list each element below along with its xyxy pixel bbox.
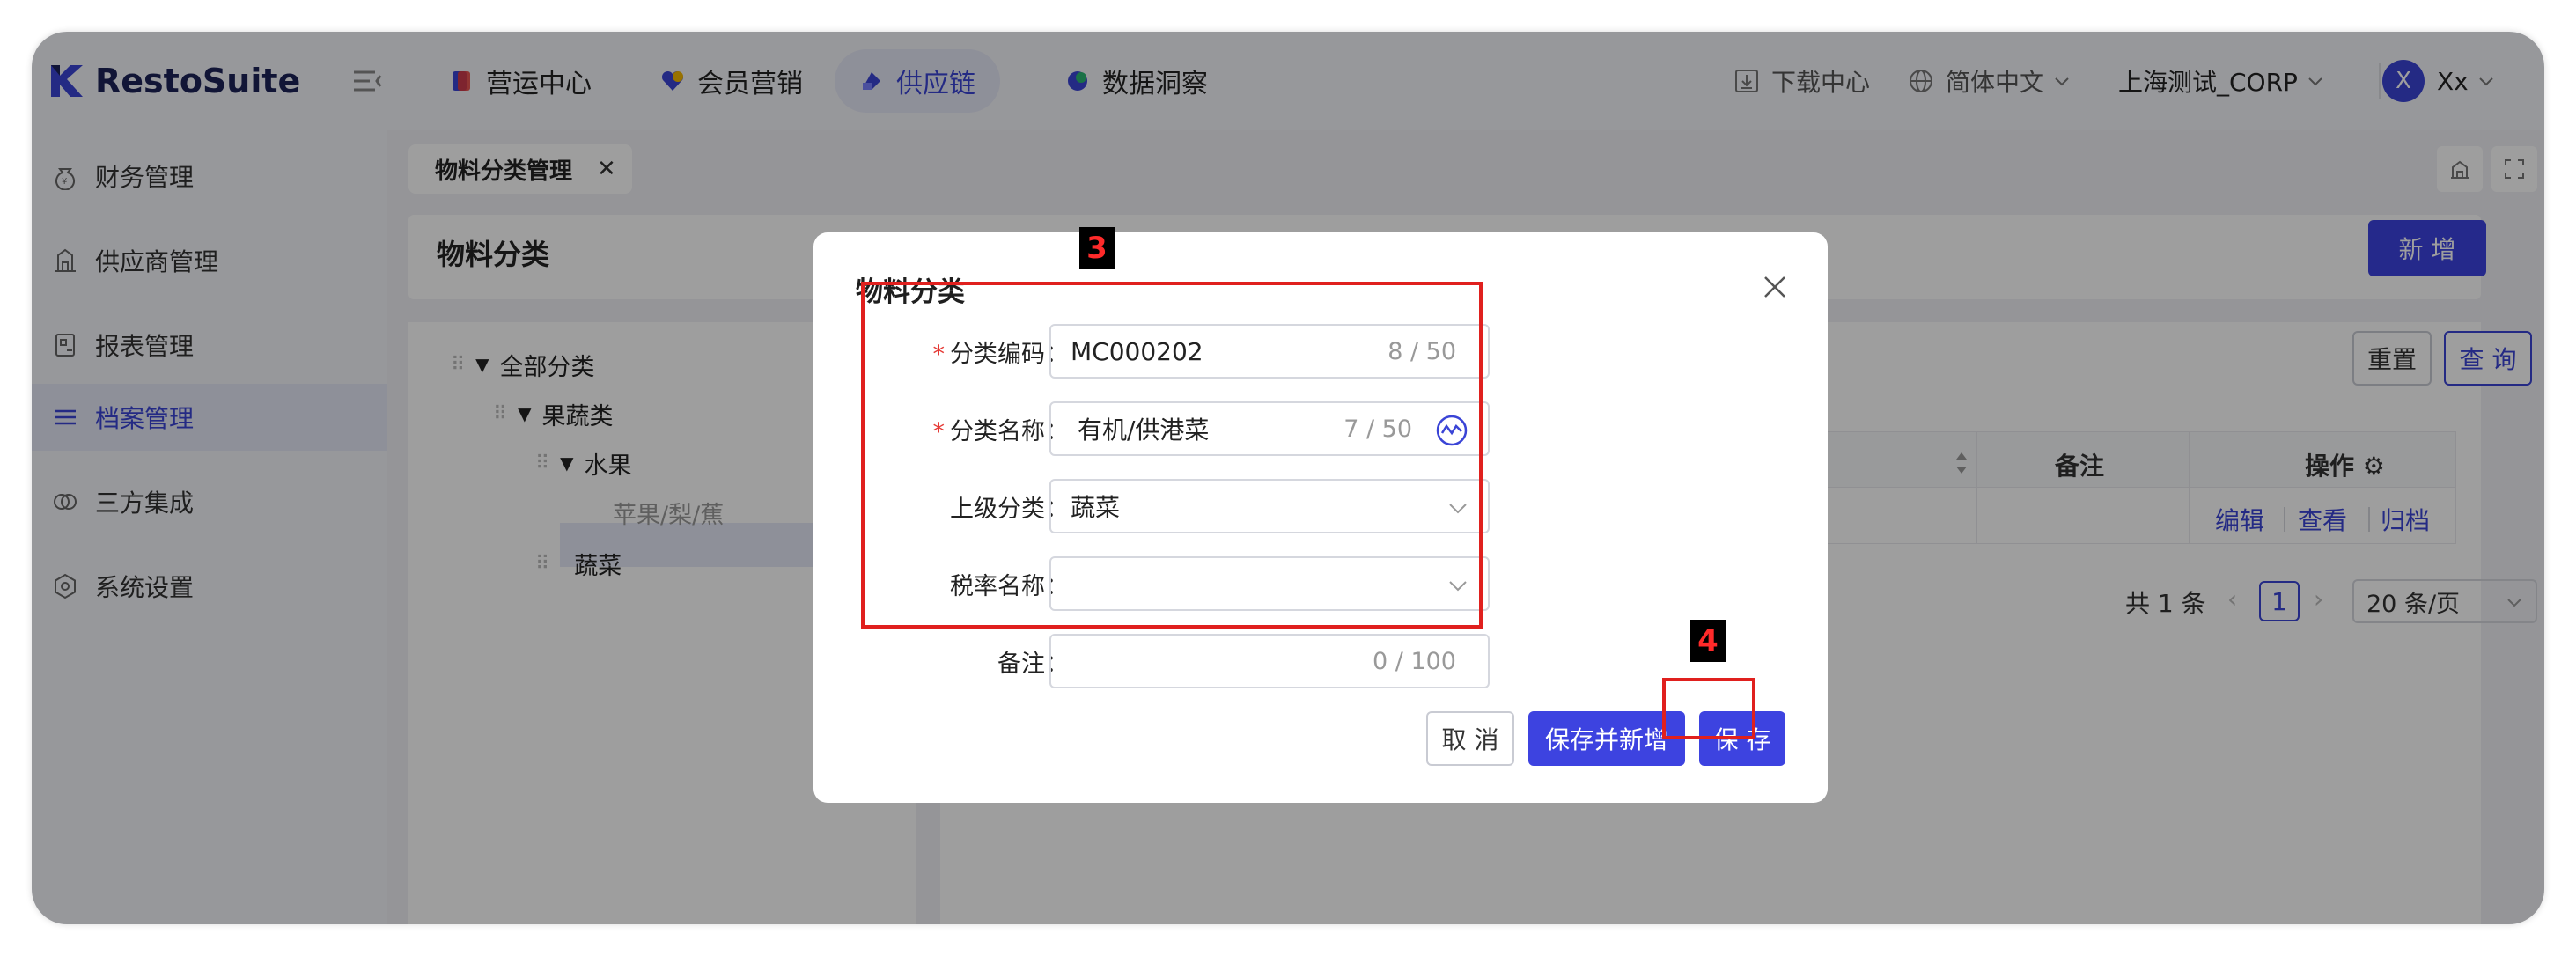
field-label-remark: 备注： xyxy=(997,651,1069,678)
annotation-box-form-fields xyxy=(861,282,1483,629)
cancel-button[interactable]: 取 消 xyxy=(1426,711,1514,766)
annotation-label-4: 4 xyxy=(1690,620,1726,662)
annotation-label-3: 3 xyxy=(1079,227,1115,269)
label-text: 备注 xyxy=(997,651,1045,678)
app-window: RestoSuite 营运中心 会员营销 供应链 数据洞察 下载中心 简体中文 … xyxy=(32,32,2544,924)
char-counter: 0 / 100 xyxy=(1373,647,1456,675)
remark-input[interactable]: 0 / 100 xyxy=(1049,634,1490,688)
close-icon[interactable] xyxy=(1761,273,1789,301)
annotation-box-save xyxy=(1662,678,1755,739)
